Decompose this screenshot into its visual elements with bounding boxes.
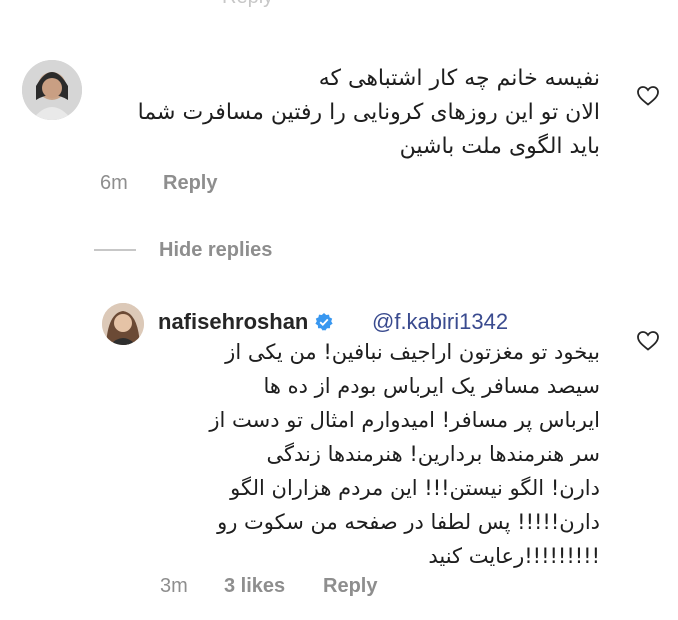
reply-text: بیخود تو مغزتون اراجیف نبافین! من یکی از… bbox=[150, 335, 600, 573]
comment-text: نفیسه خانم چه کار اشتباهی که الان تو این… bbox=[100, 62, 600, 164]
reply-button[interactable]: Reply bbox=[163, 172, 217, 195]
comment-line: باید الگوی ملت باشین bbox=[399, 134, 600, 159]
reply-label: Reply bbox=[163, 172, 218, 194]
commenter-avatar[interactable] bbox=[22, 60, 82, 120]
reply-line: سر هنرمندها بردارین! هنرمندها زندگی bbox=[266, 442, 600, 466]
hide-replies-label: Hide replies bbox=[159, 239, 273, 261]
previous-reply-fragment: Reply bbox=[0, 0, 678, 10]
hide-replies-button[interactable]: Hide replies bbox=[159, 239, 272, 262]
heart-icon[interactable] bbox=[636, 84, 660, 108]
reply-line: سیصد مسافر یک ایرباس بودم از ده ها bbox=[263, 374, 600, 398]
reply-avatar[interactable] bbox=[102, 303, 144, 345]
reply-label: Reply bbox=[323, 575, 378, 597]
reply-button[interactable]: Reply bbox=[323, 575, 377, 598]
comment-line: نفیسه خانم چه کار اشتباهی که bbox=[318, 66, 600, 91]
comment-time: 6m bbox=[100, 172, 128, 194]
likes-label: 3 likes bbox=[224, 575, 286, 597]
reply-line: دارن!!!!! پس لطفا در صفحه من سکوت رو bbox=[217, 510, 600, 534]
likes-count-button[interactable]: 3 likes bbox=[224, 575, 285, 598]
replies-divider bbox=[94, 249, 136, 251]
reply-line: بیخود تو مغزتون اراجیف نبافین! من یکی از bbox=[225, 340, 600, 364]
reply-time: 3m bbox=[160, 575, 188, 597]
reply-username[interactable]: nafisehroshan bbox=[158, 309, 334, 335]
heart-icon[interactable] bbox=[636, 329, 660, 353]
reply-line: ایرباس پر مسافر! امیدوارم امثال تو دست ا… bbox=[209, 408, 600, 432]
comment-line: الان تو این روزهای کرونایی را رفتین مساف… bbox=[137, 100, 600, 125]
verified-badge-icon bbox=[315, 313, 333, 331]
username-text: nafisehroshan bbox=[158, 309, 309, 334]
reply-line: دارن! الگو نیستن!!! این مردم هزاران الگو bbox=[230, 476, 600, 500]
reply-line: !!!!!!!!!رعایت کنید bbox=[428, 544, 600, 568]
mention-link[interactable]: @f.kabiri1342 bbox=[372, 309, 508, 335]
